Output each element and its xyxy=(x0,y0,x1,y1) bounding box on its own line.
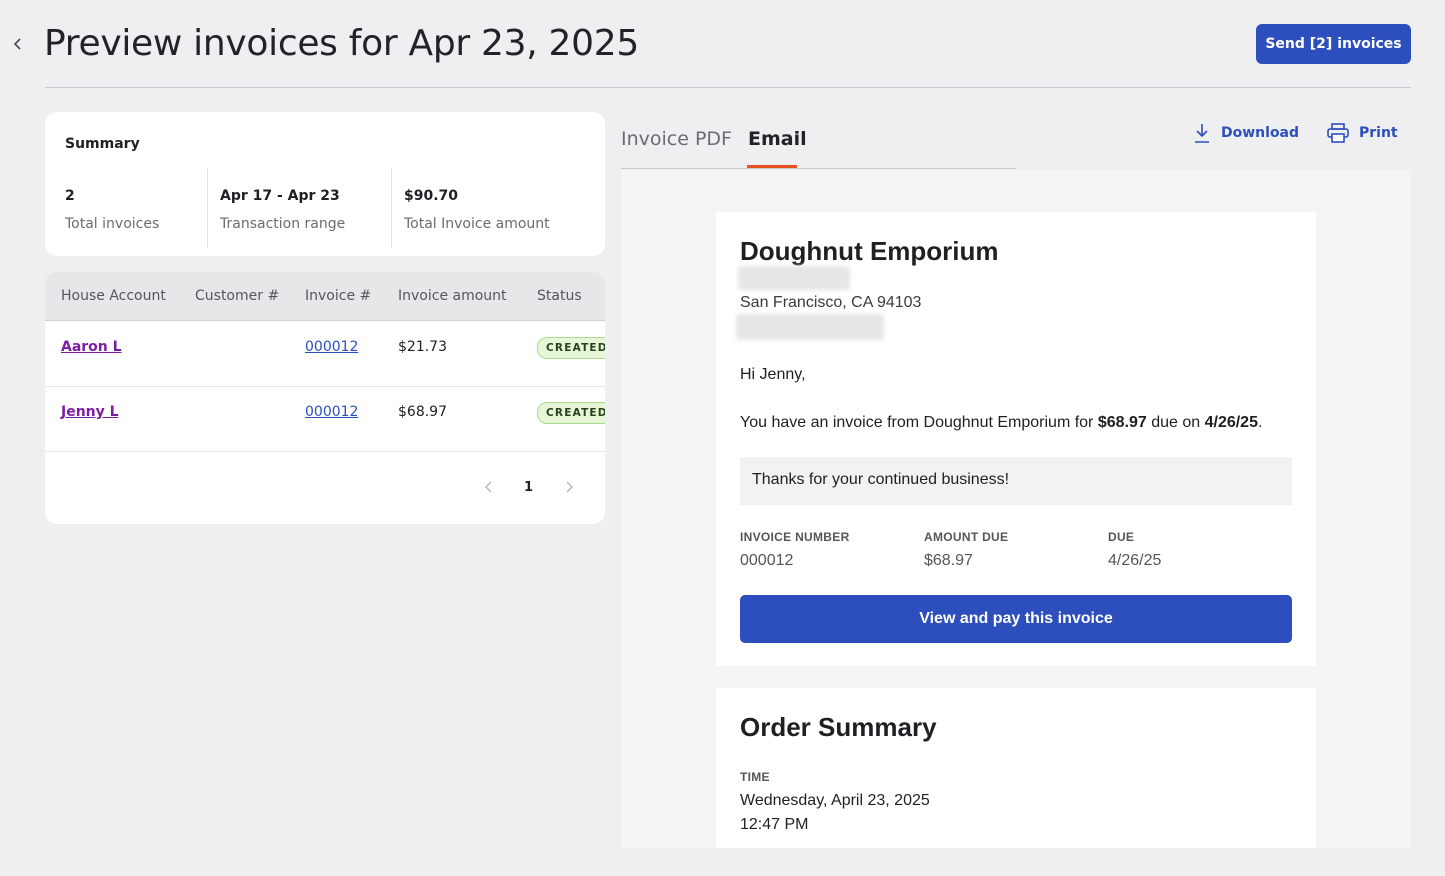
stat-label: Total Invoice amount xyxy=(404,216,550,232)
order-summary-title: Order Summary xyxy=(740,712,937,742)
stat-label: Total invoices xyxy=(65,216,160,232)
stat-divider xyxy=(391,168,392,248)
intro-mid: due on xyxy=(1146,414,1205,431)
due-date-value: 4/26/25 xyxy=(1108,552,1162,569)
view-and-pay-button[interactable]: View and pay this invoice xyxy=(740,595,1292,643)
intro-prefix: You have an invoice from Doughnut Empori… xyxy=(740,414,1098,431)
due-date-label: DUE xyxy=(1108,530,1135,544)
print-label: Print xyxy=(1359,125,1398,141)
table-header: House Account Customer # Invoice # Invoi… xyxy=(45,272,605,321)
header-divider xyxy=(45,87,1411,88)
invoice-number-link[interactable]: 000012 xyxy=(305,404,358,420)
chevron-right-icon[interactable] xyxy=(562,480,576,494)
print-button[interactable]: Print xyxy=(1327,122,1398,144)
invoice-number-value: 000012 xyxy=(740,552,794,569)
house-account-link[interactable]: Jenny L xyxy=(61,404,119,420)
email-note: Thanks for your continued business! xyxy=(752,471,1010,488)
download-label: Download xyxy=(1221,125,1300,141)
status-badge: CREATED xyxy=(537,402,605,424)
stat-value: $90.70 xyxy=(404,188,459,204)
email-preview-panel[interactable]: Doughnut Emporium San Francisco, CA 9410… xyxy=(621,170,1411,848)
email-card: Doughnut Emporium San Francisco, CA 9410… xyxy=(716,212,1316,666)
redacted-contact-line xyxy=(736,314,884,340)
tab-invoice-pdf[interactable]: Invoice PDF xyxy=(621,128,732,150)
invoice-number-link[interactable]: 000012 xyxy=(305,339,358,355)
tab-email[interactable]: Email xyxy=(748,128,807,150)
business-name: Doughnut Emporium xyxy=(740,236,999,266)
intro-due-date: 4/26/25 xyxy=(1204,414,1258,431)
email-greeting: Hi Jenny, xyxy=(740,366,806,383)
stat-value: 2 xyxy=(65,188,75,204)
order-summary-card: Order Summary TIME Wednesday, April 23, … xyxy=(716,688,1316,848)
amount-due-value: $68.97 xyxy=(924,552,973,569)
column-header-amount[interactable]: Invoice amount xyxy=(398,288,507,304)
invoice-number-label: INVOICE NUMBER xyxy=(740,530,850,544)
send-invoices-button[interactable]: Send [2] invoices xyxy=(1256,24,1411,64)
order-date: Wednesday, April 23, 2025 xyxy=(740,792,930,809)
order-time-label: TIME xyxy=(740,770,770,784)
pagination-current-page[interactable]: 1 xyxy=(524,480,533,495)
redacted-address-line xyxy=(738,266,850,290)
column-header-status[interactable]: Status xyxy=(537,288,582,304)
email-note-box: Thanks for your continued business! xyxy=(740,457,1292,505)
back-chevron-icon[interactable] xyxy=(10,36,26,52)
printer-icon xyxy=(1327,123,1349,143)
chevron-left-icon[interactable] xyxy=(482,480,496,494)
invoice-table: House Account Customer # Invoice # Invoi… xyxy=(45,272,605,524)
column-header-invoice[interactable]: Invoice # xyxy=(305,288,371,304)
amount-due-label: AMOUNT DUE xyxy=(924,530,1009,544)
column-header-customer[interactable]: Customer # xyxy=(195,288,279,304)
download-button[interactable]: Download xyxy=(1193,122,1299,144)
table-row[interactable]: Jenny L 000012 $68.97 CREATED xyxy=(45,386,605,452)
stat-divider xyxy=(207,168,208,248)
stat-label: Transaction range xyxy=(220,216,346,232)
summary-card: Summary 2 Total invoices Apr 17 - Apr 23… xyxy=(45,112,605,256)
summary-title: Summary xyxy=(65,136,140,152)
invoice-amount: $21.73 xyxy=(398,339,447,355)
page-title: Preview invoices for Apr 23, 2025 xyxy=(44,23,639,64)
intro-amount: $68.97 xyxy=(1097,414,1147,431)
house-account-link[interactable]: Aaron L xyxy=(61,339,122,355)
stat-value: Apr 17 - Apr 23 xyxy=(220,188,340,204)
download-icon xyxy=(1195,124,1209,143)
table-row[interactable]: Aaron L 000012 $21.73 CREATED xyxy=(45,321,605,387)
order-time: 12:47 PM xyxy=(740,816,809,833)
intro-suffix: . xyxy=(1257,414,1263,431)
tabs-divider xyxy=(621,168,1016,169)
status-badge: CREATED xyxy=(537,337,605,359)
email-intro: You have an invoice from Doughnut Empori… xyxy=(740,414,1262,432)
invoice-amount: $68.97 xyxy=(398,404,447,420)
column-header-house-account[interactable]: House Account xyxy=(61,288,166,304)
business-city: San Francisco, CA 94103 xyxy=(740,294,922,311)
